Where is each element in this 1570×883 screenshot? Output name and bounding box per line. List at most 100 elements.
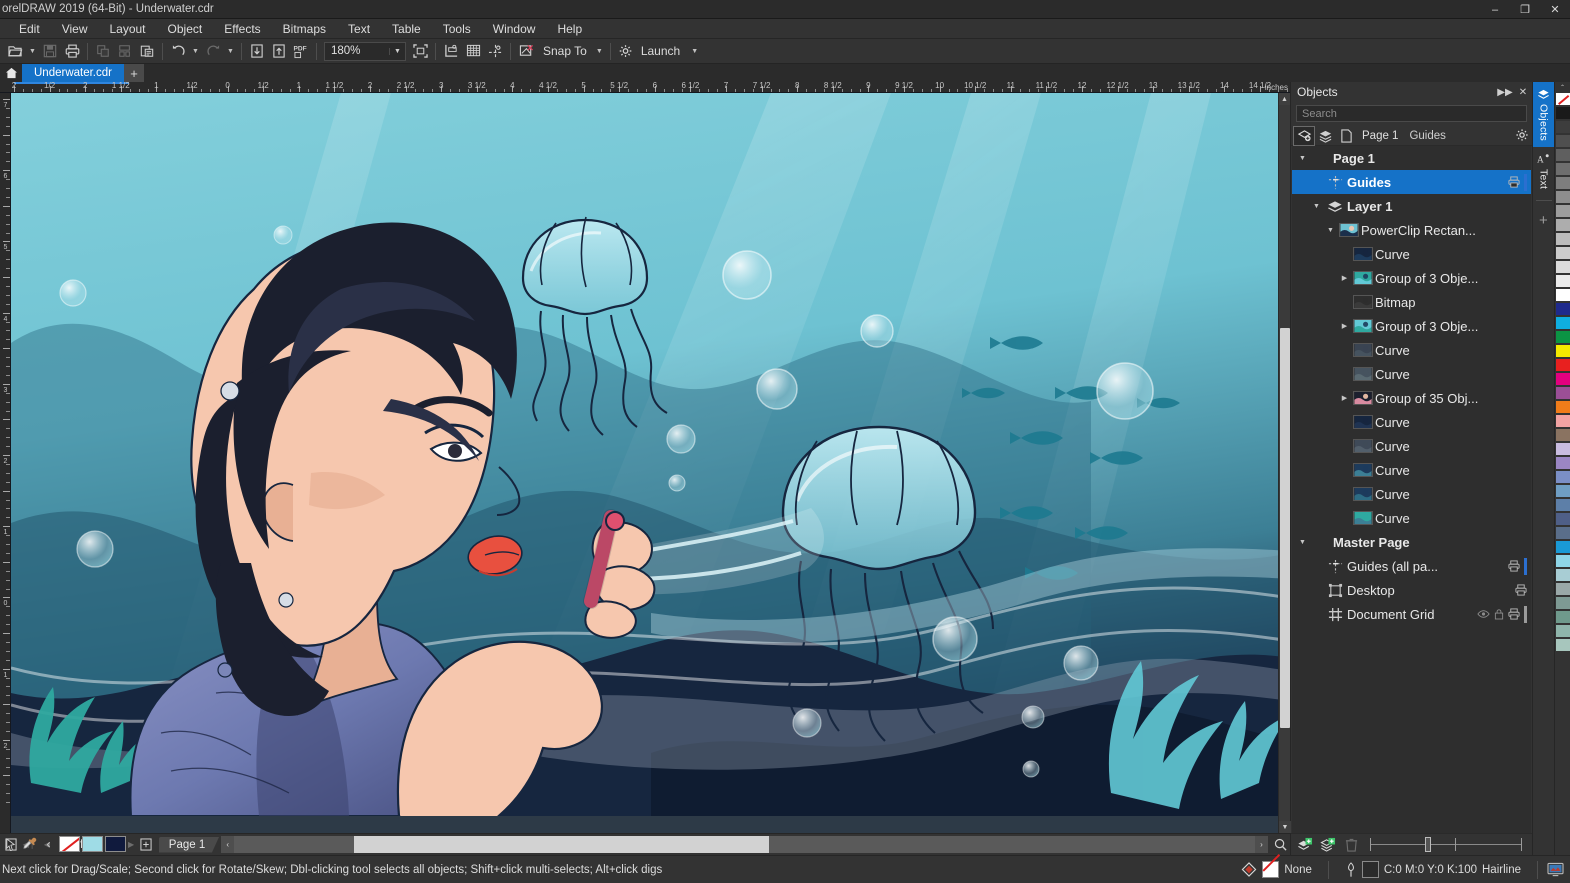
print-icon[interactable] (1508, 560, 1520, 572)
palette-swatch-12[interactable] (1555, 260, 1570, 274)
fill-swatch[interactable] (1262, 861, 1279, 878)
launch-control[interactable]: Launch ▼ (637, 41, 729, 62)
vertical-ruler[interactable]: 7654321012 (0, 93, 11, 833)
tree-row-curve[interactable]: Curve (1292, 434, 1531, 458)
scroll-left-arrow[interactable]: ‹ (221, 836, 234, 853)
pdf-export-icon[interactable]: PDF (290, 41, 312, 62)
scroll-right-arrow[interactable]: › (1255, 836, 1268, 853)
tree-row-group-of-3-obje[interactable]: ▶Group of 3 Obje... (1292, 266, 1531, 290)
tree-row-master-page[interactable]: ▼Master Page (1292, 530, 1531, 554)
print-icon[interactable] (1508, 608, 1520, 620)
search-input[interactable]: Search (1296, 105, 1527, 122)
swatch-none[interactable] (59, 836, 80, 852)
page-view-icon[interactable] (1336, 127, 1356, 145)
tree-row-curve[interactable]: Curve (1292, 362, 1531, 386)
minimize-button[interactable]: – (1480, 0, 1510, 19)
tree-row-guides-all-pa[interactable]: Guides (all pa... (1292, 554, 1531, 578)
new-document-tab-button[interactable]: + (124, 64, 144, 82)
tree-row-curve[interactable]: Curve (1292, 242, 1531, 266)
snap-to-caret[interactable]: ▼ (593, 41, 606, 62)
palette-swatch-4[interactable] (1555, 148, 1570, 162)
new-master-layer-icon[interactable] (1318, 836, 1338, 854)
palette-swatch-35[interactable] (1555, 582, 1570, 596)
palette-swatch-36[interactable] (1555, 596, 1570, 610)
tree-twisty-icon[interactable]: ▼ (1310, 203, 1323, 210)
palette-swatch-3[interactable] (1555, 134, 1570, 148)
tree-row-curve[interactable]: Curve (1292, 482, 1531, 506)
object-tree[interactable]: ▼Page 1Guides▼Layer 1▼PowerClip Rectan..… (1292, 146, 1531, 833)
palette-swatch-34[interactable] (1555, 568, 1570, 582)
page-tab-page1[interactable]: Page 1 (159, 837, 219, 853)
palette-swatch-27[interactable] (1555, 470, 1570, 484)
palette-swatch-28[interactable] (1555, 484, 1570, 498)
palette-swatch-14[interactable] (1555, 288, 1570, 302)
docker-tab-text[interactable]: A Text (1533, 147, 1555, 195)
menu-edit[interactable]: Edit (8, 19, 51, 39)
paste-icon[interactable] (136, 41, 158, 62)
undo-caret[interactable]: ▼ (189, 41, 202, 62)
close-button[interactable]: ✕ (1540, 0, 1570, 19)
zoom-level-combo[interactable]: 180% ▼ (324, 42, 406, 61)
tree-row-curve[interactable]: Curve (1292, 506, 1531, 530)
print-icon[interactable] (1515, 584, 1527, 596)
slider-handle[interactable] (1425, 837, 1431, 852)
menu-bitmaps[interactable]: Bitmaps (272, 19, 337, 39)
palette-swatch-11[interactable] (1555, 246, 1570, 260)
breadcrumb-layer[interactable]: Guides (1404, 130, 1450, 142)
tree-row-curve[interactable]: Curve (1292, 458, 1531, 482)
fill-indicator[interactable]: None (1231, 861, 1322, 878)
palette-swatch-24[interactable] (1555, 428, 1570, 442)
copy-icon[interactable] (114, 41, 136, 62)
palette-swatch-26[interactable] (1555, 456, 1570, 470)
tree-row-bitmap[interactable]: Bitmap (1292, 290, 1531, 314)
redo-caret[interactable]: ▼ (224, 41, 237, 62)
palette-swatch-7[interactable] (1555, 190, 1570, 204)
palette-swatch-33[interactable] (1555, 554, 1570, 568)
menu-table[interactable]: Table (381, 19, 432, 39)
drawing-canvas[interactable]: Mark Anthony J. Guzman (11, 93, 1278, 833)
palette-swatch-1[interactable] (1555, 106, 1570, 120)
full-screen-preview-icon[interactable] (409, 41, 431, 62)
tree-row-layer-1[interactable]: ▼Layer 1 (1292, 194, 1531, 218)
scroll-up-arrow[interactable]: ▲ (1279, 93, 1290, 105)
palette-swatch-37[interactable] (1555, 610, 1570, 624)
tree-row-group-of-35-obj[interactable]: ▶Group of 35 Obj... (1292, 386, 1531, 410)
palette-swatch-31[interactable] (1555, 526, 1570, 540)
palette-swatch-10[interactable] (1555, 232, 1570, 246)
palette-swatch-20[interactable] (1555, 372, 1570, 386)
menu-tools[interactable]: Tools (432, 19, 482, 39)
swatch-recent-2[interactable] (105, 836, 126, 852)
show-rulers-icon[interactable] (440, 41, 462, 62)
print-icon[interactable] (1508, 176, 1520, 188)
launch-caret[interactable]: ▼ (688, 41, 701, 62)
docker-close-icon[interactable]: ✕ (1514, 87, 1532, 98)
zoom-level-caret[interactable]: ▼ (389, 48, 405, 55)
palette-swatch-5[interactable] (1555, 162, 1570, 176)
new-layer-icon[interactable] (1294, 127, 1314, 145)
open-file-icon[interactable] (4, 41, 26, 62)
horizontal-ruler[interactable]: inches 21/221 1/211/201/211 1/222 1/233 … (0, 82, 1290, 93)
palette-swatch-6[interactable] (1555, 176, 1570, 190)
tree-twisty-icon[interactable]: ▶ (1338, 322, 1351, 330)
add-page-after-button[interactable] (137, 836, 155, 854)
print-icon[interactable] (61, 41, 83, 62)
color-proof-icon[interactable] (1544, 861, 1566, 879)
palette-swatch-15[interactable] (1555, 302, 1570, 316)
layer-manager-icon[interactable] (1315, 127, 1335, 145)
document-tab-underwater[interactable]: Underwater.cdr (22, 64, 124, 82)
tree-row-page-1[interactable]: ▼Page 1 (1292, 146, 1531, 170)
tree-row-document-grid[interactable]: Document Grid (1292, 602, 1531, 626)
menu-view[interactable]: View (51, 19, 99, 39)
export-icon[interactable] (268, 41, 290, 62)
snap-to-label[interactable]: Snap To (537, 41, 593, 62)
palette-swatch-21[interactable] (1555, 386, 1570, 400)
tree-row-guides[interactable]: Guides (1292, 170, 1531, 194)
eye-icon[interactable] (1477, 609, 1490, 619)
menu-text[interactable]: Text (337, 19, 381, 39)
tree-row-powerclip-rectan[interactable]: ▼PowerClip Rectan... (1292, 218, 1531, 242)
tree-row-desktop[interactable]: Desktop (1292, 578, 1531, 602)
redo-icon[interactable] (202, 41, 224, 62)
home-icon[interactable] (0, 64, 22, 82)
canvas-horizontal-scrollbar[interactable]: ‹ › (221, 836, 1268, 854)
menu-layout[interactable]: Layout (98, 19, 156, 39)
